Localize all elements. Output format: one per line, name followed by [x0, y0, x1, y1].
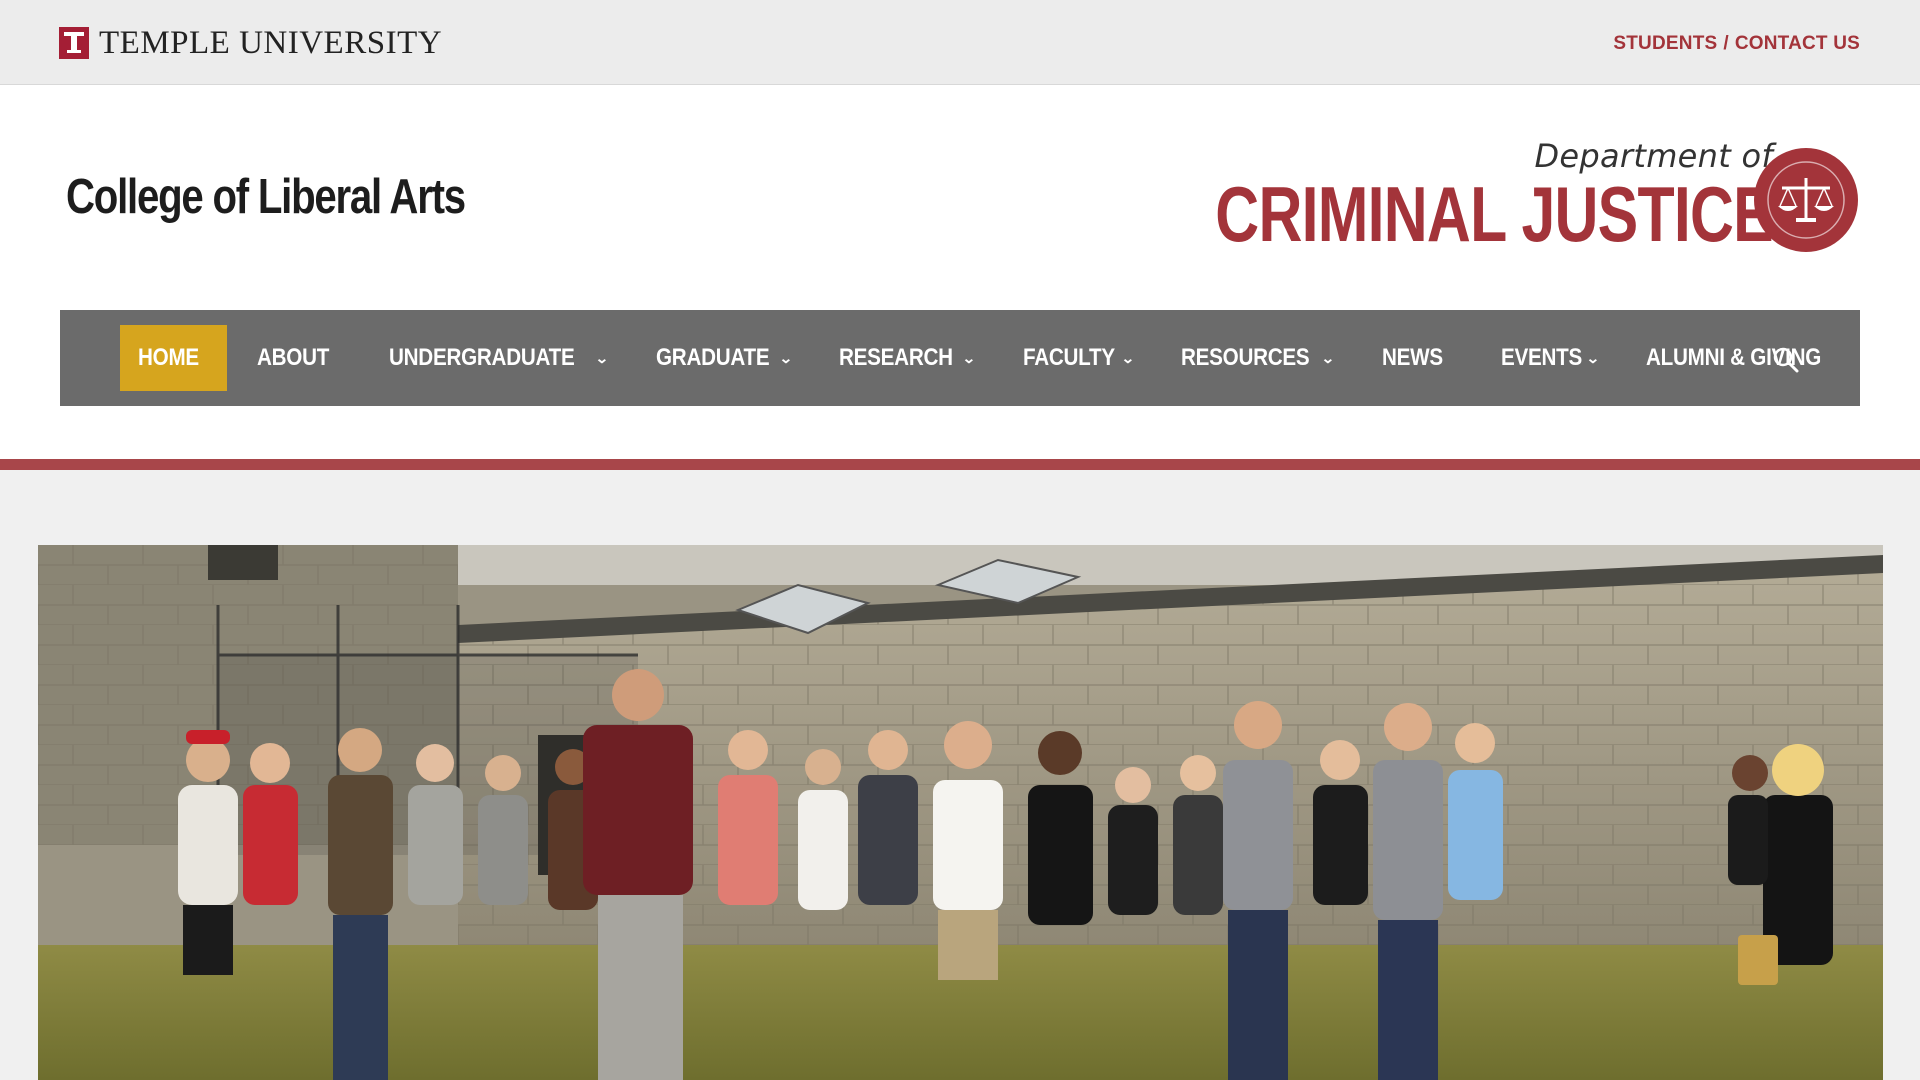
- utility-bar: TEMPLE UNIVERSITY STUDENTS / CONTACT US: [0, 0, 1920, 85]
- accent-divider: [0, 459, 1920, 470]
- contact-us-link[interactable]: CONTACT US: [1735, 33, 1860, 54]
- nav-item-events[interactable]: EVENTS ⌄: [1483, 325, 1617, 391]
- nav-item-label: RESOURCES: [1180, 344, 1310, 371]
- nav-item-undergraduate[interactable]: UNDERGRADUATE ⌄: [371, 325, 626, 391]
- nav-item-label: GRADUATE: [655, 344, 770, 371]
- nav-item-research[interactable]: RESEARCH ⌄: [821, 325, 993, 391]
- chevron-down-icon: ⌄: [1120, 349, 1135, 366]
- nav-item-label: FACULTY: [1022, 344, 1115, 371]
- department-name: CRIMINAL JUSTICE: [1215, 170, 1773, 258]
- chevron-down-icon: ⌄: [1585, 349, 1600, 366]
- nav-item-label: UNDERGRADUATE: [388, 344, 575, 371]
- nav-items: HOME ABOUT UNDERGRADUATE ⌄ GRADUATE ⌄ RESEARCH…: [120, 325, 1880, 391]
- temple-t-icon: [59, 27, 89, 59]
- utility-links: STUDENTS / CONTACT US: [1613, 33, 1860, 55]
- college-name[interactable]: College of Liberal Arts: [66, 169, 466, 225]
- chevron-down-icon: ⌄: [1321, 349, 1335, 366]
- nav-item-faculty[interactable]: FACULTY ⌄: [1005, 325, 1151, 391]
- nav-item-label: RESEARCH: [839, 344, 953, 371]
- department-title[interactable]: Department of CRIMINAL JUSTICE: [1058, 137, 1773, 258]
- nav-item-graduate[interactable]: GRADUATE ⌄: [638, 325, 809, 391]
- hero-photo: [38, 545, 1883, 1080]
- nav-item-resources[interactable]: RESOURCES ⌄: [1163, 325, 1352, 391]
- chevron-down-icon: ⌄: [962, 349, 976, 366]
- nav-item-label: ABOUT: [256, 344, 329, 371]
- nav-item-label: HOME: [138, 344, 199, 371]
- nav-item-alumni-giving[interactable]: ALUMNI & GIVING: [1628, 325, 1868, 391]
- temple-university-logo[interactable]: TEMPLE UNIVERSITY: [59, 24, 443, 61]
- scales-of-justice-icon: [1754, 148, 1858, 252]
- nav-item-label: EVENTS: [1500, 344, 1582, 371]
- university-name: TEMPLE UNIVERSITY: [99, 24, 443, 61]
- nav-item-news[interactable]: NEWS: [1364, 325, 1471, 391]
- main-nav: HOME ABOUT UNDERGRADUATE ⌄ GRADUATE ⌄ RESEARCH…: [60, 310, 1860, 406]
- nav-item-home[interactable]: HOME: [120, 325, 227, 391]
- search-icon[interactable]: [1772, 346, 1800, 374]
- students-link[interactable]: STUDENTS: [1613, 33, 1717, 54]
- nav-item-about[interactable]: ABOUT: [239, 325, 359, 391]
- header-spacer: [0, 406, 1920, 459]
- hero-image: [38, 545, 1883, 1080]
- nav-item-label: NEWS: [1381, 344, 1443, 371]
- utility-separator: /: [1723, 33, 1729, 54]
- chevron-down-icon: ⌄: [778, 349, 793, 366]
- chevron-down-icon: ⌄: [595, 349, 609, 366]
